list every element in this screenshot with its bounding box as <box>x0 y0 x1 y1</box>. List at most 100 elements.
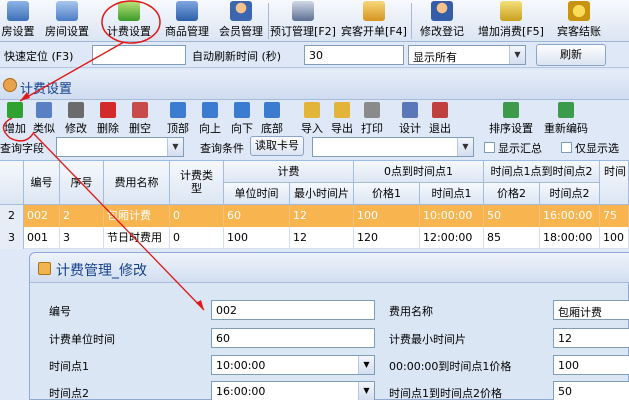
code-field[interactable]: 002 <box>211 300 375 320</box>
column-header-type[interactable]: 计费类型 <box>170 161 224 205</box>
table-row[interactable]: 2 002 2 包厢计费 0 60 12 100 10:00:00 50 16:… <box>0 205 629 227</box>
printer-icon <box>364 102 380 118</box>
column-group-range2: 时间点1点到时间点2 <box>484 161 600 183</box>
move-top-button[interactable]: 顶部 <box>164 102 192 135</box>
price1-field[interactable]: 100 <box>553 355 629 375</box>
quick-locate-bar: 快速定位 (F3) 自动刷新时间 (秒) 30 显示所有 ▼ 刷新 <box>0 42 629 68</box>
pencil-icon <box>68 102 84 118</box>
column-header-name[interactable]: 费用名称 <box>104 161 170 205</box>
plus-icon <box>7 102 23 118</box>
room-icon <box>7 1 29 21</box>
cell-extra[interactable]: 75 <box>600 205 629 227</box>
cell-min-slice[interactable]: 12 <box>290 205 354 227</box>
unit-time-field[interactable]: 60 <box>211 328 375 348</box>
export-icon <box>334 102 350 118</box>
min-slice-label: 计费最小时间片 <box>389 333 466 346</box>
cell-name[interactable]: 节日时费用 <box>104 227 170 249</box>
open-order-button[interactable]: 宾客开单[F4] <box>337 0 411 42</box>
query-condition-select[interactable]: ▼ <box>312 137 474 157</box>
chevron-down-icon: ▼ <box>358 356 374 374</box>
edit-registration-button[interactable]: 修改登记 <box>412 0 472 42</box>
refresh-button[interactable]: 刷新 <box>536 44 606 66</box>
similar-button[interactable]: 类似 <box>30 102 58 135</box>
cell-min-slice[interactable]: 12 <box>290 227 354 249</box>
cell-unit-time[interactable]: 100 <box>224 227 290 249</box>
unit-time-label: 计费单位时间 <box>49 333 115 346</box>
cell-extra[interactable]: 100 <box>600 227 629 249</box>
export-button[interactable]: 导出 <box>328 102 356 135</box>
cell-price2[interactable]: 50 <box>484 205 540 227</box>
column-header-unit-time[interactable]: 单位时间 <box>224 183 290 205</box>
fee-name-field[interactable]: 包厢计费 <box>553 300 629 320</box>
cell-code[interactable]: 002 <box>24 205 60 227</box>
sort-settings-button[interactable]: 排序设置 <box>486 102 536 135</box>
guest-checkout-button[interactable]: 宾客结账 <box>550 0 608 42</box>
time-point1-select[interactable]: 10:00:00 ▼ <box>211 355 375 375</box>
room-setup-button[interactable]: 房间设置 <box>36 0 98 42</box>
price1-label: 00:00:00到时间点1价格 <box>389 360 512 373</box>
chevron-down-icon: ▼ <box>358 382 374 400</box>
display-filter-value: 显示所有 <box>413 51 457 64</box>
show-summary-checkbox[interactable] <box>484 142 495 153</box>
person-icon <box>230 1 252 21</box>
column-header-price1[interactable]: 价格1 <box>354 183 420 205</box>
cell-time2[interactable]: 18:00:00 <box>540 227 600 249</box>
exit-button[interactable]: 退出 <box>426 102 454 135</box>
time-point1-label: 时间点1 <box>49 360 89 373</box>
billing-grid: 编号 序号 费用名称 计费类型 计费 单位时间 最小时间片 0点到时间点1 价格… <box>0 160 629 249</box>
window-title-bar: 计费设置 <box>0 70 629 100</box>
read-card-button[interactable]: 读取卡号 <box>250 136 304 156</box>
price2-field[interactable]: 50 <box>553 381 629 400</box>
move-down-button[interactable]: 向下 <box>228 102 256 135</box>
edit-button[interactable]: 修改 <box>62 102 90 135</box>
cell-seq[interactable]: 3 <box>60 227 104 249</box>
member-management-button[interactable]: 会员管理 <box>214 0 268 42</box>
design-button[interactable]: 设计 <box>396 102 424 135</box>
column-header-code[interactable]: 编号 <box>24 161 60 205</box>
add-button[interactable]: 增加 <box>2 102 28 135</box>
auto-refresh-input[interactable]: 30 <box>304 45 404 65</box>
reservation-button[interactable]: 预订管理[F2] <box>269 0 337 42</box>
clear-all-button[interactable]: 删空 <box>126 102 154 135</box>
display-filter-select[interactable]: 显示所有 ▼ <box>408 45 526 65</box>
grid-clear-icon <box>132 102 148 118</box>
import-icon <box>304 102 320 118</box>
column-header-min-slice[interactable]: 最小时间片 <box>290 183 354 205</box>
billing-settings-button[interactable]: 计费设置 <box>98 0 160 42</box>
cell-type[interactable]: 0 <box>170 227 224 249</box>
min-slice-field[interactable]: 12 <box>553 328 629 348</box>
move-bottom-button[interactable]: 底部 <box>258 102 286 135</box>
cell-price1[interactable]: 100 <box>354 205 420 227</box>
cell-time1[interactable]: 12:00:00 <box>420 227 484 249</box>
column-header-time1[interactable]: 时间点1 <box>420 183 484 205</box>
cell-price1[interactable]: 120 <box>354 227 420 249</box>
column-header-time2[interactable]: 时间点2 <box>540 183 600 205</box>
cell-code[interactable]: 001 <box>24 227 60 249</box>
print-button[interactable]: 打印 <box>358 102 386 135</box>
time-point2-select[interactable]: 16:00:00 ▼ <box>211 381 375 400</box>
chevron-down-icon: ▼ <box>167 138 183 156</box>
delete-button[interactable]: 删除 <box>94 102 122 135</box>
show-only-checkbox[interactable] <box>561 142 572 153</box>
query-field-select[interactable]: ▼ <box>56 137 184 157</box>
dialog-title: 计费管理_修改 <box>56 263 147 279</box>
recode-button[interactable]: 重新编码 <box>540 102 592 135</box>
cell-price2[interactable]: 85 <box>484 227 540 249</box>
cell-type[interactable]: 0 <box>170 205 224 227</box>
window-title: 计费设置 <box>20 82 73 97</box>
cell-unit-time[interactable]: 60 <box>224 205 290 227</box>
cell-time1[interactable]: 10:00:00 <box>420 205 484 227</box>
column-header-seq[interactable]: 序号 <box>60 161 104 205</box>
price2-label: 时间点1到时间点2价格 <box>389 387 502 400</box>
column-header-price2[interactable]: 价格2 <box>484 183 540 205</box>
goods-management-button[interactable]: 商品管理 <box>160 0 214 42</box>
import-button[interactable]: 导入 <box>298 102 326 135</box>
add-consumption-button[interactable]: 增加消费[F5] <box>472 0 550 42</box>
move-up-button[interactable]: 向上 <box>196 102 224 135</box>
quick-locate-input[interactable] <box>92 45 186 65</box>
cell-time2[interactable]: 16:00:00 <box>540 205 600 227</box>
cell-name[interactable]: 包厢计费 <box>104 205 170 227</box>
cell-seq[interactable]: 2 <box>60 205 104 227</box>
table-row[interactable]: 3 001 3 节日时费用 0 100 12 120 12:00:00 85 1… <box>0 227 629 249</box>
room-settings-button[interactable]: 房设置 <box>0 0 36 42</box>
